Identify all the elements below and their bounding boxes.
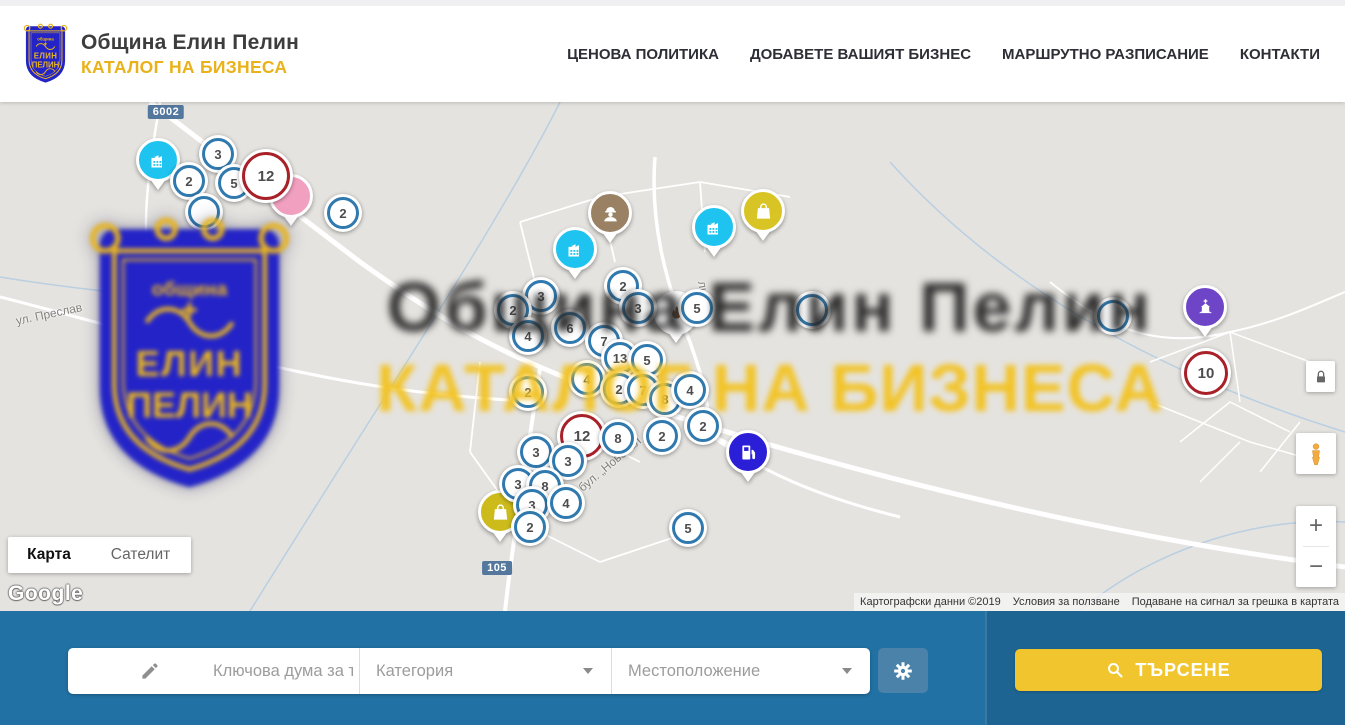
search-icon	[1106, 661, 1124, 679]
lock-button[interactable]	[1306, 361, 1335, 392]
map-cluster-marker[interactable]: 3	[619, 289, 657, 327]
site-title: Община Елин Пелин	[81, 31, 299, 55]
map-type-control: Карта Сателит	[8, 537, 191, 573]
map-data-copyright: Картографски данни ©2019	[854, 596, 1007, 608]
crest-logo-icon: община ЕЛИН ПЕЛИН	[22, 23, 69, 85]
terms-of-use-link[interactable]: Условия за ползване	[1007, 596, 1126, 608]
chevron-down-icon	[842, 668, 852, 674]
map-cluster-marker[interactable]: 10	[1181, 348, 1231, 398]
category-select[interactable]: Категория	[360, 648, 612, 694]
map-cluster-marker[interactable]	[185, 193, 223, 231]
map-cluster-marker[interactable]: 5	[678, 289, 716, 327]
report-map-error-link[interactable]: Подаване на сигнал за грешка в картата	[1126, 596, 1345, 608]
nav-pricing-policy[interactable]: ЦЕНОВА ПОЛИТИКА	[567, 46, 719, 63]
page: община ЕЛИН ПЕЛИН Община Елин Пелин КАТА…	[0, 0, 1345, 725]
nav-add-your-business[interactable]: ДОБАВЕТЕ ВАШИЯТ БИЗНЕС	[750, 46, 971, 63]
map-cluster-marker[interactable]: 2	[643, 417, 681, 455]
category-select-value: Категория	[376, 662, 453, 681]
crest-line2-text: ПЕЛИН	[32, 60, 60, 69]
map-pin-fuel[interactable]	[726, 430, 770, 484]
map-cluster-marker[interactable]: 8	[599, 419, 637, 457]
search-panel: Категория Местоположение ТЪРСЕНЕ	[0, 611, 1345, 725]
settings-button[interactable]	[878, 648, 928, 693]
brand-text: Община Елин Пелин КАТАЛОГ НА БИЗНЕСА	[81, 31, 299, 78]
location-select-value: Местоположение	[628, 662, 760, 681]
google-logo[interactable]: Google	[8, 582, 83, 606]
location-select[interactable]: Местоположение	[612, 648, 870, 694]
map-pin-factory[interactable]	[692, 205, 736, 259]
map-cluster-marker[interactable]: 2	[684, 407, 722, 445]
map-cluster-marker[interactable]	[1094, 297, 1132, 335]
crest-line1-text: ЕЛИН	[34, 51, 58, 60]
site-header: община ЕЛИН ПЕЛИН Община Елин Пелин КАТА…	[0, 0, 1345, 102]
zoom-out-button[interactable]: −	[1296, 547, 1336, 587]
main-nav: ЦЕНОВА ПОЛИТИКА ДОБАВЕТЕ ВАШИЯТ БИЗНЕС М…	[567, 46, 1320, 63]
pencil-icon	[140, 662, 159, 681]
chevron-down-icon	[583, 668, 593, 674]
map-cluster-marker[interactable]: 4	[509, 317, 547, 355]
keyword-field[interactable]	[68, 648, 360, 694]
map-cluster-marker[interactable]: 5	[669, 509, 707, 547]
map-pin-worker[interactable]	[588, 191, 632, 245]
map-canvas[interactable]: ул. Преславбул. „Новоселлци“600210532512…	[0, 102, 1345, 611]
pegman-icon	[1304, 441, 1328, 467]
road-number-label: 6002	[148, 105, 184, 119]
zoom-in-button[interactable]: +	[1296, 506, 1336, 546]
map-pin-shopping-bag[interactable]	[741, 189, 785, 243]
site-subtitle: КАТАЛОГ НА БИЗНЕСА	[81, 57, 299, 78]
search-button[interactable]: ТЪРСЕНЕ	[1015, 649, 1322, 691]
marker-layer: ул. Преславбул. „Новоселлци“600210532512…	[0, 102, 1345, 611]
map-cluster-marker[interactable]: 6	[551, 309, 589, 347]
map-cluster-marker[interactable]: 12	[239, 149, 293, 203]
keyword-input[interactable]	[211, 661, 355, 682]
map-pin-church[interactable]	[1183, 285, 1227, 339]
street-label: ул. Преслав	[15, 300, 84, 328]
map-cluster-marker[interactable]: 2	[511, 508, 549, 546]
map-type-map-button[interactable]: Карта	[8, 537, 90, 573]
search-fields: Категория Местоположение	[68, 648, 870, 694]
nav-route-schedule[interactable]: МАРШРУТНО РАЗПИСАНИЕ	[1002, 46, 1209, 63]
road-number-label: 105	[482, 561, 512, 575]
pegman-button[interactable]	[1296, 433, 1336, 474]
map-cluster-marker[interactable]: 4	[671, 371, 709, 409]
map-cluster-marker[interactable]	[793, 291, 831, 329]
map-cluster-marker[interactable]: 2	[324, 194, 362, 232]
map-attribution: Картографски данни ©2019 Условия за полз…	[854, 593, 1345, 611]
zoom-control: + −	[1296, 506, 1336, 587]
map-cluster-marker[interactable]: 2	[509, 373, 547, 411]
crest-top-text: община	[37, 37, 54, 42]
search-button-label: ТЪРСЕНЕ	[1135, 660, 1230, 681]
map-cluster-marker[interactable]: 4	[547, 484, 585, 522]
gear-icon	[891, 659, 915, 683]
site-logo[interactable]: община ЕЛИН ПЕЛИН Община Елин Пелин КАТА…	[22, 23, 299, 85]
map-type-satellite-button[interactable]: Сателит	[90, 537, 191, 573]
padlock-icon	[1313, 368, 1329, 386]
nav-contacts[interactable]: КОНТАКТИ	[1240, 46, 1320, 63]
